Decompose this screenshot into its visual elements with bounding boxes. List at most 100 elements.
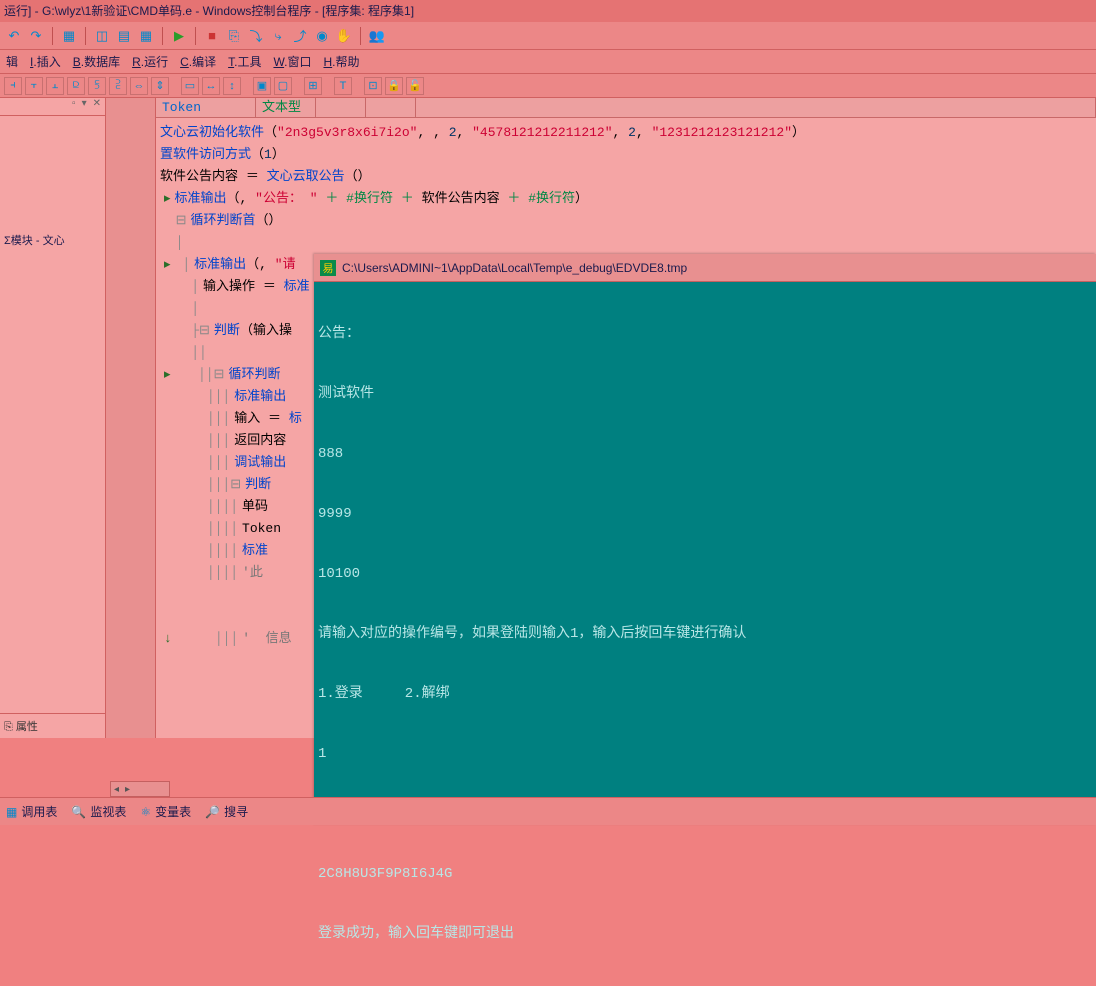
menu-bar: 辑 I.I.插入插入 B.数据库 R.运行 C.编译 T.工具 W.窗口 H.帮… — [0, 50, 1096, 74]
code-line: 软件公告内容 ＝ 文心云取公告（） — [158, 166, 1094, 188]
distribute-h-icon[interactable]: ⇔ — [130, 77, 148, 95]
panel-header: ▫ ▾ ✕ — [0, 98, 105, 116]
separator — [195, 27, 196, 45]
people-icon[interactable]: 👥 — [367, 26, 387, 46]
arrow-icon: ▸ — [160, 367, 175, 382]
console-line: 9999 — [318, 504, 1092, 524]
align-middle-icon[interactable]: ⫓ — [88, 77, 106, 95]
window-title-bar: 运行] - G:\wlyz\1新验证\CMD单码.e - Windows控制台程… — [0, 0, 1096, 22]
console-line: 公告： — [318, 324, 1092, 344]
window-grid-icon[interactable]: ▦ — [136, 26, 156, 46]
undo-icon[interactable]: ↶ — [4, 26, 24, 46]
arrow-down-icon: ↓ — [160, 631, 176, 646]
find-icon: 🔎 — [205, 805, 220, 819]
console-line: 1.登录 2.解绑 — [318, 684, 1092, 704]
lock-icon[interactable]: 🔒 — [385, 77, 403, 95]
main-toolbar: ↶ ↷ ▦ ◫ ▤ ▦ ▶ ■ ⎘ ⤵ ⤷ ⤴ ◉ ✋ 👥 — [0, 22, 1096, 50]
menu-window[interactable]: W.窗口 — [273, 53, 311, 70]
step-over-icon[interactable]: ⤵ — [246, 26, 266, 46]
hand-icon[interactable]: ✋ — [334, 26, 354, 46]
scroll-left-icon[interactable]: ◂ — [111, 784, 122, 795]
separator — [360, 27, 361, 45]
code-line: ⊟循环判断首（） — [158, 210, 1094, 232]
code-line: 文心云初始化软件（"2n3g5v3r8x6i7i2o", , 2, "45781… — [158, 122, 1094, 144]
align-bottom-icon[interactable]: ⫔ — [109, 77, 127, 95]
tree-module-item[interactable]: Σ模块 - 文心 — [0, 226, 105, 254]
left-panel: ▫ ▾ ✕ Σ模块 - 文心 ⎘ 属性 — [0, 98, 106, 738]
breakpoint-icon[interactable]: ◉ — [312, 26, 332, 46]
menu-run[interactable]: R.运行 — [132, 53, 168, 70]
th-empty2 — [366, 98, 416, 117]
code-table-header: Token 文本型 — [156, 98, 1096, 118]
align-center-icon[interactable]: ⫟ — [25, 77, 43, 95]
arrow-icon: ▸ — [160, 257, 175, 272]
align-top-icon[interactable]: ⫒ — [67, 77, 85, 95]
console-titlebar[interactable]: 易 C:\Users\ADMINI~1\AppData\Local\Temp\e… — [314, 254, 1096, 282]
send-back-icon[interactable]: ▢ — [274, 77, 292, 95]
window-title: 运行] - G:\wlyz\1新验证\CMD单码.e - Windows控制台程… — [4, 4, 414, 18]
console-line: 登录成功，输入回车键即可退出 — [318, 924, 1092, 944]
menu-compile[interactable]: C.编译 — [180, 53, 216, 70]
console-line: 1 — [318, 744, 1092, 764]
pin-icon[interactable]: ▫ — [70, 98, 78, 115]
size-same-icon[interactable]: ▭ — [181, 77, 199, 95]
text-icon[interactable]: T — [334, 77, 352, 95]
size-w-icon[interactable]: ↔ — [202, 77, 220, 95]
th-type: 文本型 — [256, 98, 316, 117]
menu-tools[interactable]: T.工具 — [228, 53, 261, 70]
step-out-icon[interactable]: ⤴ — [290, 26, 310, 46]
align-right-icon[interactable]: ⫠ — [46, 77, 64, 95]
separator — [52, 27, 53, 45]
dropdown-icon[interactable]: ▾ — [80, 98, 89, 115]
unlock-icon[interactable]: 🔓 — [406, 77, 424, 95]
search-icon: 🔍 — [71, 805, 86, 819]
redo-icon[interactable]: ↷ — [26, 26, 46, 46]
th-empty1 — [316, 98, 366, 117]
menu-insert[interactable]: I.I.插入插入 — [30, 53, 61, 70]
stop-icon[interactable]: ■ — [202, 26, 222, 46]
align-left-icon[interactable]: ⫞ — [4, 77, 22, 95]
menu-database[interactable]: B.数据库 — [73, 53, 120, 70]
run-icon[interactable]: ▶ — [169, 26, 189, 46]
secondary-toolbar: ⫞ ⫟ ⫠ ⫒ ⫓ ⫔ ⇔ ⇕ ▭ ↔ ↕ ▣ ▢ ⊞ T ⊡ 🔒 🔓 — [0, 74, 1096, 98]
window-tile-icon[interactable]: ▤ — [114, 26, 134, 46]
layout-icon[interactable]: ▦ — [59, 26, 79, 46]
code-line: 置软件访问方式（1） — [158, 144, 1094, 166]
group-icon[interactable]: ⊞ — [304, 77, 322, 95]
bring-front-icon[interactable]: ▣ — [253, 77, 271, 95]
horizontal-scrollbar[interactable]: ◂ ▸ — [110, 781, 170, 797]
console-window: 易 C:\Users\ADMINI~1\AppData\Local\Temp\e… — [314, 254, 1096, 825]
left-panel-tab[interactable]: ⎘ 属性 — [0, 713, 105, 738]
menu-help[interactable]: H.帮助 — [323, 53, 359, 70]
size-h-icon[interactable]: ↕ — [223, 77, 241, 95]
code-line: │ — [158, 232, 1094, 254]
tab-watch-table[interactable]: 🔍 监视表 — [71, 803, 126, 820]
console-line: 2C8H8U3F9P8I6J4G — [318, 864, 1092, 884]
tab-label: 搜寻 — [224, 803, 248, 820]
menu-edit-partial[interactable]: 辑 — [6, 53, 18, 70]
scroll-right-icon[interactable]: ▸ — [122, 784, 133, 795]
console-line: 888 — [318, 444, 1092, 464]
tab-search[interactable]: 🔎 搜寻 — [205, 803, 248, 820]
arrow-icon: ▸ — [160, 191, 175, 206]
tab-label: 变量表 — [155, 803, 191, 820]
step-into-icon[interactable]: ⤷ — [268, 26, 288, 46]
console-line: 测试软件 — [318, 384, 1092, 404]
close-panel-icon[interactable]: ✕ — [91, 98, 103, 115]
console-output: 公告： 测试软件 888 9999 10100 请输入对应的操作编号，如果登陆则… — [314, 282, 1096, 986]
grid-icon[interactable]: ⊡ — [364, 77, 382, 95]
tab-label: 监视表 — [90, 803, 126, 820]
tab-variable-table[interactable]: ⚛ 变量表 — [140, 803, 191, 820]
separator — [162, 27, 163, 45]
table-icon: ▦ — [6, 805, 17, 819]
bottom-tabs-bar: ▦ 调用表 🔍 监视表 ⚛ 变量表 🔎 搜寻 — [0, 797, 1096, 825]
code-line: ▸标准输出（, "公告： " ＋ #换行符 ＋ 软件公告内容 ＋ #换行符） — [158, 188, 1094, 210]
step-icon[interactable]: ⎘ — [224, 26, 244, 46]
tab-call-table[interactable]: ▦ 调用表 — [6, 803, 57, 820]
properties-tab-label: 属性 — [16, 721, 38, 733]
properties-tab-icon: ⎘ — [4, 721, 13, 733]
th-token: Token — [156, 98, 256, 117]
variables-icon: ⚛ — [140, 805, 151, 819]
window-split-icon[interactable]: ◫ — [92, 26, 112, 46]
distribute-v-icon[interactable]: ⇕ — [151, 77, 169, 95]
